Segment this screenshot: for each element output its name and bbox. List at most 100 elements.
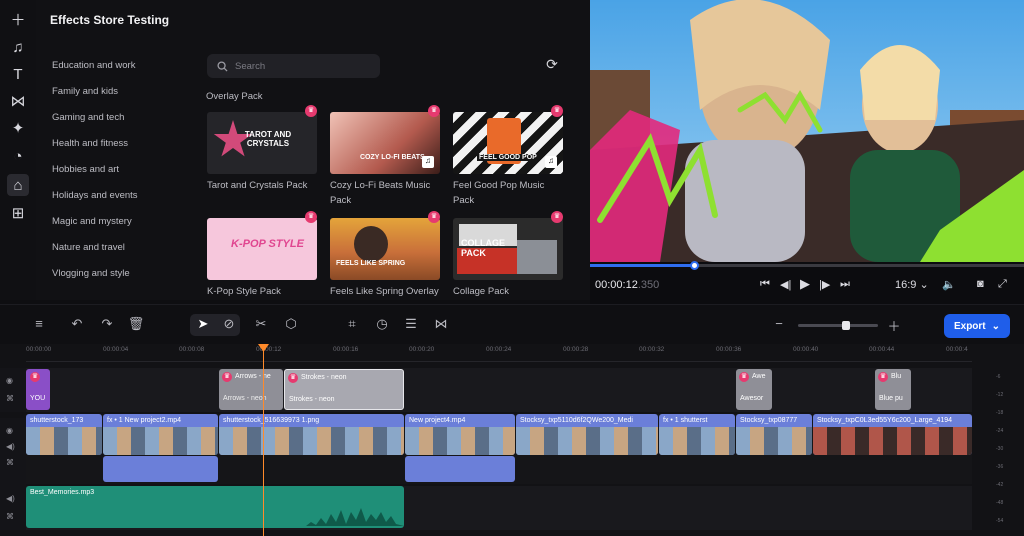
disable-icon[interactable]: ⊘	[220, 316, 238, 332]
transition-icon[interactable]: ⋈	[7, 90, 29, 112]
delete-icon[interactable]: 🗑	[127, 316, 145, 332]
overlay-clip-selected[interactable]: ♛ Strokes - neon Strokes - neon	[284, 369, 404, 410]
linked-audio-clip[interactable]	[103, 456, 218, 482]
aspect-ratio-value: 16:9	[895, 279, 917, 291]
meter-label: -12	[996, 392, 1004, 398]
playhead[interactable]	[263, 344, 264, 536]
skip-start-icon[interactable]: ⏮	[760, 278, 770, 291]
premium-crown-icon: ♛	[305, 105, 317, 117]
adjust-icon[interactable]: ☰	[402, 316, 420, 332]
pack-card-tarot[interactable]: TAROT AND CRYSTALS	[207, 112, 317, 174]
lock-icon[interactable]: ⌘	[6, 458, 14, 467]
category-vlogging[interactable]: Vlogging and style	[52, 268, 130, 279]
overlay-clip[interactable]: ♛ Arrows - ne Arrows - neon	[219, 369, 283, 410]
progress-handle[interactable]	[690, 261, 700, 270]
aspect-ratio-select[interactable]: 16:9 ⌄	[895, 278, 929, 291]
marker-icon[interactable]: ⬡	[282, 316, 300, 332]
premium-crown-icon: ♛	[222, 372, 232, 382]
effects-store-icon[interactable]: ⌂	[7, 174, 29, 196]
video-clip[interactable]: New project4.mp4	[405, 414, 515, 455]
category-gaming[interactable]: Gaming and tech	[52, 112, 124, 123]
sticker-icon[interactable]: ◔	[7, 145, 29, 167]
speaker-icon[interactable]: ◀)	[6, 494, 15, 503]
refresh-icon[interactable]: ⟳	[544, 56, 560, 72]
pack-card-kpop[interactable]: K-POP STYLE	[207, 218, 317, 280]
eye-icon[interactable]: ◉	[6, 426, 13, 435]
video-clip[interactable]: shutterstock_173	[26, 414, 102, 455]
volume-icon[interactable]: 🔈	[942, 278, 956, 291]
step-forward-icon[interactable]: |▶	[819, 278, 830, 291]
category-education[interactable]: Education and work	[52, 60, 135, 71]
clip-thumbnails	[405, 427, 515, 455]
pack-label-feelgood[interactable]: Feel Good Pop Music Pack	[453, 178, 558, 208]
premium-crown-icon: ♛	[551, 105, 563, 117]
pack-card-spring[interactable]: FEELS LIKE SPRING	[330, 218, 440, 280]
timecode-main: 00:00:12	[595, 279, 638, 291]
lock-icon[interactable]: ⌘	[6, 394, 14, 403]
play-icon[interactable]: ▶	[800, 276, 810, 292]
crop-icon[interactable]: ⌗	[343, 316, 361, 332]
effects-wand-icon[interactable]: ✦	[7, 117, 29, 139]
fullscreen-icon[interactable]: ⤢	[998, 278, 1007, 291]
undo-icon[interactable]: ↶	[68, 316, 86, 332]
chevron-down-icon: ⌄	[919, 279, 929, 291]
zoom-in-icon[interactable]: ＋	[885, 316, 903, 335]
pack-label-tarot[interactable]: Tarot and Crystals Pack	[207, 178, 332, 193]
pack-card-lofi[interactable]: COZY LO-FI BEATS ♫	[330, 112, 440, 174]
pack-label-kpop[interactable]: K-Pop Style Pack	[207, 284, 332, 299]
lock-icon[interactable]: ⌘	[6, 512, 14, 521]
pack-label-spring[interactable]: Feels Like Spring Overlay	[330, 284, 455, 299]
snapshot-icon[interactable]: ◙	[977, 278, 984, 290]
premium-crown-icon: ♛	[305, 211, 317, 223]
pack-card-collage[interactable]: COLLAGE PACK	[453, 218, 563, 280]
video-clip[interactable]: Stocksy_txpC0L3ed55Y6c200_Large_4194	[813, 414, 972, 455]
plus-icon[interactable]: ＋	[7, 8, 29, 30]
category-nature[interactable]: Nature and travel	[52, 242, 125, 253]
transition-icon[interactable]: ⋈	[432, 316, 450, 332]
music-note-icon[interactable]: ♫	[7, 36, 29, 58]
linked-audio-clip[interactable]	[405, 456, 515, 482]
skip-end-icon[interactable]: ⏭	[840, 278, 850, 291]
category-magic[interactable]: Magic and mystery	[52, 216, 132, 227]
clip-label: fx • 1 New project2.mp4	[107, 417, 182, 424]
speed-icon[interactable]: ◷	[373, 316, 391, 332]
pack-label-lofi[interactable]: Cozy Lo-Fi Beats Music Pack	[330, 178, 440, 208]
video-clip[interactable]: fx • 1 New project2.mp4	[103, 414, 218, 455]
ruler-tick: 00:00:4	[946, 346, 968, 353]
category-health[interactable]: Health and fitness	[52, 138, 128, 149]
speaker-icon[interactable]: ◀)	[6, 442, 15, 451]
zoom-slider-handle[interactable]	[842, 321, 850, 330]
zoom-slider[interactable]	[798, 321, 878, 330]
step-back-icon[interactable]: ◀|	[780, 278, 791, 291]
progress-track[interactable]	[590, 264, 1024, 267]
select-tool-icon[interactable]: ➤	[194, 316, 212, 332]
category-holidays[interactable]: Holidays and events	[52, 190, 138, 201]
pack-label-collage[interactable]: Collage Pack	[453, 284, 578, 299]
pack-thumb-text: FEELS LIKE SPRING	[336, 260, 406, 267]
overlay-clip[interactable]: ♛ Blu Blue pu	[875, 369, 911, 410]
video-clip[interactable]: Stocksy_txp5110d6f2QWe200_Medi	[516, 414, 658, 455]
overlay-clip[interactable]: ♛ Awe Awesor	[736, 369, 772, 410]
ruler-tick: 00:00:44	[869, 346, 895, 353]
video-clip[interactable]: fx • 1 shutterst	[659, 414, 735, 455]
ruler-tick: 00:00:32	[639, 346, 665, 353]
meter-label: -36	[996, 464, 1004, 470]
templates-icon[interactable]: ⊞	[7, 202, 29, 224]
pack-card-feelgood[interactable]: FEEL GOOD POP ♫	[453, 112, 563, 174]
time-ruler[interactable]: 00:00:00 00:00:04 00:00:08 00:00:12 00:0…	[26, 344, 972, 362]
video-clip[interactable]: Stocksy_txp08777	[736, 414, 812, 455]
redo-icon[interactable]: ↷	[98, 316, 116, 332]
eye-icon[interactable]: ◉	[6, 376, 13, 385]
zoom-out-icon[interactable]: −	[770, 316, 788, 331]
text-icon[interactable]: T	[7, 63, 29, 85]
export-button[interactable]: Export ⌄	[944, 314, 1010, 338]
audio-clip[interactable]: Best_Memories.mp3	[26, 486, 404, 528]
category-family[interactable]: Family and kids	[52, 86, 118, 97]
search-input[interactable]: Search	[207, 54, 380, 78]
add-track-icon[interactable]: ≡	[30, 316, 48, 331]
video-clip[interactable]: shutterstock_516639973 1.png	[219, 414, 404, 455]
overlay-clip[interactable]: ♛ YOU	[26, 369, 50, 410]
cut-icon[interactable]: ✂	[252, 316, 270, 332]
video-preview[interactable]	[590, 0, 1024, 262]
category-hobbies[interactable]: Hobbies and art	[52, 164, 119, 175]
